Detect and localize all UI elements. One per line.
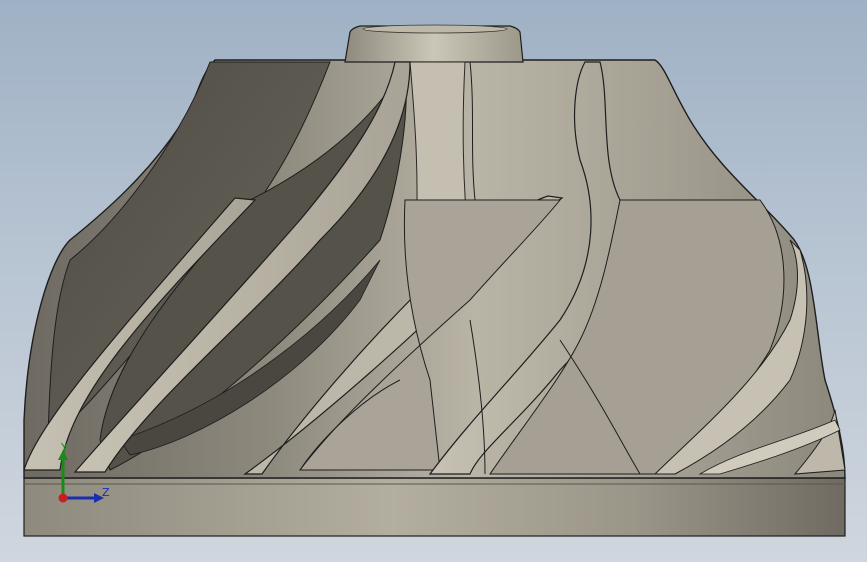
base-disk[interactable] <box>23 477 846 537</box>
cad-viewport[interactable]: Y Z <box>0 0 867 562</box>
coordinate-triad: Y Z <box>50 440 120 510</box>
y-axis-label: Y <box>61 441 68 454</box>
z-axis-label: Z <box>102 486 110 499</box>
impeller-model[interactable] <box>0 0 867 562</box>
